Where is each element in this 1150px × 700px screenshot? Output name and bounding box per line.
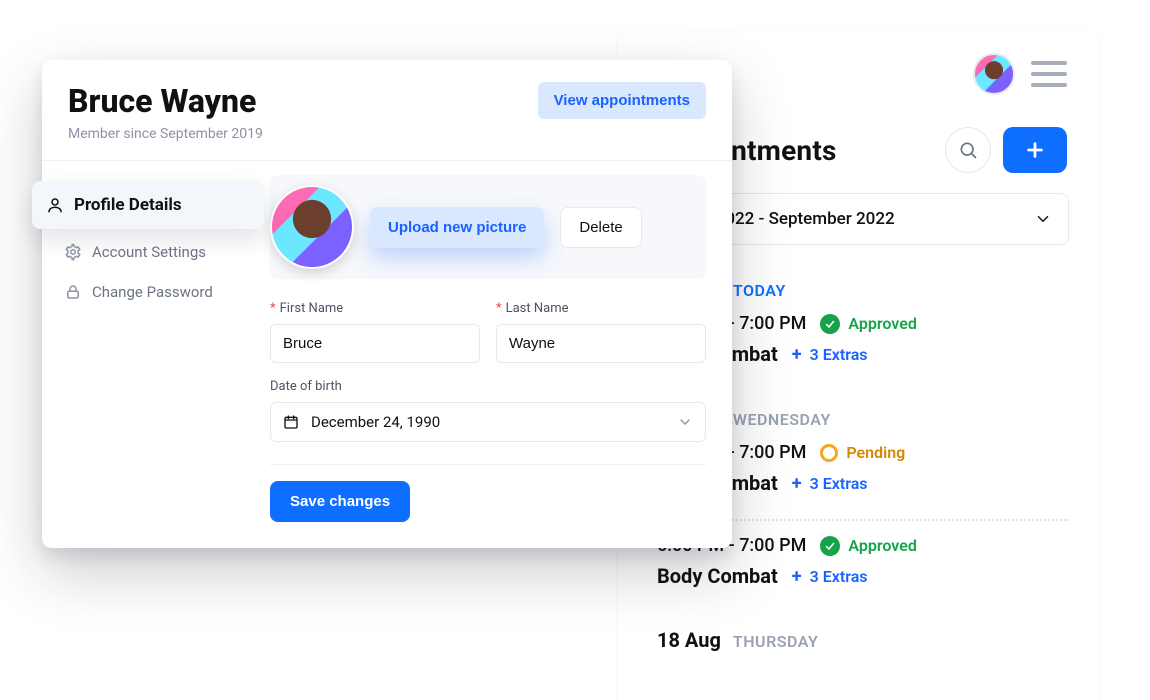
member-since: Member since September 2019: [68, 126, 263, 142]
nav-label: Profile Details: [74, 195, 182, 215]
menu-icon[interactable]: [1031, 61, 1067, 87]
appointment-extras[interactable]: +3 Extras: [792, 566, 868, 587]
last-name-field: *Last Name: [496, 301, 706, 363]
nav-profile-details[interactable]: Profile Details: [32, 181, 264, 229]
add-appointment-button[interactable]: [1003, 127, 1067, 173]
nav-change-password[interactable]: Change Password: [50, 275, 250, 309]
gear-icon: [64, 243, 82, 261]
appointment-extras[interactable]: +3 Extras: [792, 344, 868, 365]
check-circle-icon: [820, 314, 840, 334]
view-appointments-button[interactable]: View appointments: [538, 82, 706, 119]
first-name-label: *First Name: [270, 301, 480, 316]
last-name-label: *Last Name: [496, 301, 706, 316]
appointment-day-header: 18 Aug THURSDAY: [657, 628, 1069, 652]
last-name-input[interactable]: [496, 324, 706, 363]
calendar-icon: [283, 414, 299, 430]
lock-icon: [64, 283, 82, 301]
appointment-status: Approved: [820, 314, 917, 334]
upload-picture-button[interactable]: Upload new picture: [370, 207, 544, 248]
first-name-input[interactable]: [270, 324, 480, 363]
search-button[interactable]: [945, 127, 991, 173]
profile-form: Upload new picture Delete *First Name *L…: [270, 175, 706, 522]
profile-panel: Bruce Wayne Member since September 2019 …: [42, 60, 732, 548]
divider: [270, 464, 706, 465]
appointment-weekday: THURSDAY: [733, 632, 818, 651]
plus-icon: +: [792, 344, 802, 365]
appointment-extras[interactable]: +3 Extras: [792, 473, 868, 494]
avatar: [270, 185, 354, 269]
nav-label: Account Settings: [92, 243, 206, 261]
appointment-weekday: WEDNESDAY: [733, 410, 831, 429]
appointment-name: Body Combat: [657, 564, 778, 588]
divider: [42, 160, 732, 161]
search-icon: [958, 140, 978, 160]
appointment-date: 18 Aug: [657, 628, 721, 652]
dob-label: Date of birth: [270, 379, 706, 394]
plus-icon: +: [792, 473, 802, 494]
delete-picture-button[interactable]: Delete: [560, 207, 641, 248]
nav-account-settings[interactable]: Account Settings: [50, 235, 250, 269]
profile-side-nav: Profile Details Account Settings Change …: [50, 175, 250, 522]
chevron-down-icon: [677, 414, 693, 430]
avatar[interactable]: [973, 53, 1015, 95]
plus-icon: +: [792, 566, 802, 587]
profile-header: Bruce Wayne Member since September 2019 …: [68, 82, 706, 142]
user-icon: [46, 196, 64, 214]
picture-row: Upload new picture Delete: [270, 175, 706, 279]
dob-field: Date of birth December 24, 1990: [270, 379, 706, 442]
save-button[interactable]: Save changes: [270, 481, 410, 522]
dob-input[interactable]: December 24, 1990: [270, 402, 706, 442]
profile-name: Bruce Wayne: [68, 82, 263, 120]
dob-value: December 24, 1990: [311, 413, 440, 431]
nav-label: Change Password: [92, 283, 213, 301]
first-name-field: *First Name: [270, 301, 480, 363]
appointment-weekday: TODAY: [733, 281, 786, 300]
chevron-down-icon: [1034, 210, 1052, 228]
appointment-status: Pending: [820, 443, 905, 462]
check-circle-icon: [820, 536, 840, 556]
plus-icon: [1024, 139, 1046, 161]
pending-ring-icon: [820, 444, 838, 462]
appointment-status: Approved: [820, 536, 917, 556]
